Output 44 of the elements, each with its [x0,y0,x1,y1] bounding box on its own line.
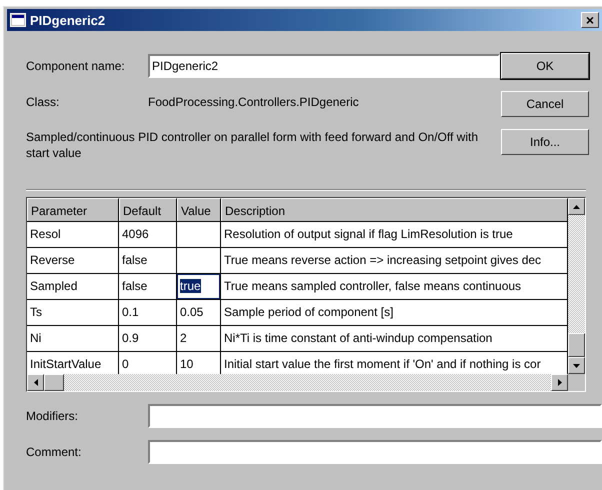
table-cell[interactable]: 0.1 [119,300,177,325]
table-cell[interactable]: true [177,274,221,299]
arrow-right-icon [558,379,562,386]
class-name: FoodProcessing.Controllers.PIDgeneric [148,95,359,109]
vertical-scrollbar[interactable] [568,198,585,374]
input-field[interactable] [148,440,602,464]
scroll-thumb[interactable] [44,374,64,391]
table-cell[interactable]: false [119,274,177,299]
column-header[interactable]: Parameter [27,198,119,221]
field-label: Component name: [26,59,126,73]
table-cell[interactable]: 0.05 [177,300,221,325]
horizontal-scrollbar[interactable] [27,374,585,391]
input-field[interactable] [148,404,602,428]
column-header[interactable]: Value [177,198,221,221]
table-cell[interactable]: Sampled [27,274,119,299]
table-cell[interactable]: 0.9 [119,326,177,351]
window-icon [10,13,26,27]
field-label: Comment: [26,445,82,459]
table-cell[interactable]: Ts [27,300,119,325]
scroll-left-button[interactable] [27,374,44,391]
table-cell[interactable]: false [119,248,177,273]
table-cell[interactable]: 2 [177,326,221,351]
close-button[interactable]: × [581,12,599,28]
field-label: Modifiers: [26,409,80,423]
table-cell[interactable]: 4096 [119,222,177,247]
column-header[interactable]: Description [221,198,568,221]
column-header[interactable]: Default [119,198,177,221]
table-cell[interactable]: Ni [27,326,119,351]
scroll-thumb[interactable] [568,333,585,357]
arrow-left-icon [34,379,38,386]
input-field[interactable]: PIDgeneric2 [148,54,500,78]
table-cell[interactable]: Reverse [27,248,119,273]
description-text: Sampled/continuous PID controller on parallel form with feed forward and On/Off with start value [26,129,480,161]
dialog-button[interactable]: OK [501,53,589,79]
window-title: PIDgeneric2 [30,12,106,28]
dialog-button[interactable]: Info... [501,129,589,155]
arrow-up-icon [573,204,580,208]
scroll-right-button[interactable] [551,374,568,391]
table-cell[interactable]: Resol [27,222,119,247]
field-label: Class: [26,95,60,109]
arrow-down-icon [573,364,580,368]
scroll-up-button[interactable] [568,198,585,215]
dialog-button[interactable]: Cancel [501,91,589,117]
scroll-down-button[interactable] [568,357,585,374]
